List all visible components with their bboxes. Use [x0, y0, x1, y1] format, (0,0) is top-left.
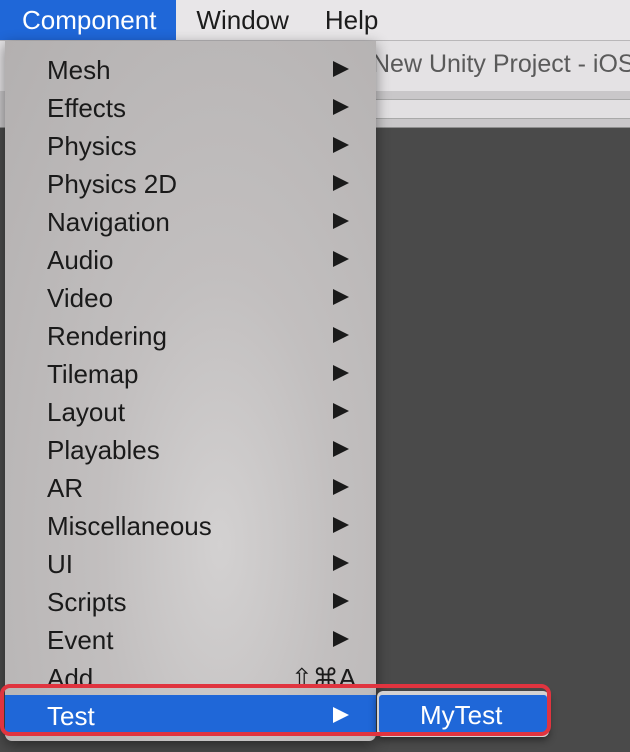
submenu-item-label: MyTest	[420, 700, 503, 730]
submenu-arrow-icon	[333, 707, 349, 723]
menu-item-scripts[interactable]: Scripts	[5, 581, 376, 619]
menu-item-audio[interactable]: Audio	[5, 239, 376, 277]
menu-item-navigation[interactable]: Navigation	[5, 201, 376, 239]
menu-item-label: Tilemap	[47, 359, 139, 389]
menu-item-label: Add...	[47, 663, 115, 693]
menu-item-label: Navigation	[47, 207, 170, 237]
submenu-item-mytest[interactable]: MyTest	[379, 695, 547, 733]
menu-item-physics[interactable]: Physics	[5, 125, 376, 163]
submenu-arrow-icon	[333, 61, 349, 77]
menu-item-label: Scripts	[47, 587, 127, 617]
menu-component[interactable]: Component	[0, 0, 177, 40]
menu-item-mesh[interactable]: Mesh	[5, 49, 376, 87]
menu-item-label: Video	[47, 283, 114, 313]
menu-item-video[interactable]: Video	[5, 277, 376, 315]
test-submenu: MyTest	[377, 691, 549, 737]
menu-help[interactable]: Help	[307, 0, 396, 40]
editor-toolbar-field[interactable]	[372, 99, 630, 119]
submenu-arrow-icon	[333, 441, 349, 457]
menu-window[interactable]: Window	[176, 0, 306, 40]
editor-window-title: New Unity Project - iOS	[372, 50, 630, 78]
submenu-arrow-icon	[333, 289, 349, 305]
submenu-arrow-icon	[333, 213, 349, 229]
menu-item-test[interactable]: Test	[5, 695, 376, 733]
menu-item-playables[interactable]: Playables	[5, 429, 376, 467]
menu-item-ar[interactable]: AR	[5, 467, 376, 505]
menu-item-rendering[interactable]: Rendering	[5, 315, 376, 353]
menu-item-ui[interactable]: UI	[5, 543, 376, 581]
submenu-arrow-icon	[333, 251, 349, 267]
menu-item-label: Effects	[47, 93, 127, 123]
submenu-arrow-icon	[333, 555, 349, 571]
menu-item-event[interactable]: Event	[5, 619, 376, 657]
menu-item-miscellaneous[interactable]: Miscellaneous	[5, 505, 376, 543]
menu-item-effects[interactable]: Effects	[5, 87, 376, 125]
menu-item-add[interactable]: Add... ⇧⌘A	[5, 657, 376, 695]
component-dropdown-menu: Mesh Effects Physics Physics 2D Navigati…	[5, 41, 376, 741]
menu-item-layout[interactable]: Layout	[5, 391, 376, 429]
menu-item-label: Audio	[47, 245, 114, 275]
menu-item-label: Physics 2D	[47, 169, 178, 199]
submenu-arrow-icon	[333, 365, 349, 381]
menu-item-label: Layout	[47, 397, 126, 427]
menu-item-shortcut: ⇧⌘A	[290, 663, 356, 693]
submenu-arrow-icon	[333, 99, 349, 115]
submenu-arrow-icon	[333, 631, 349, 647]
menu-item-label: Mesh	[47, 55, 111, 85]
menu-item-label: Rendering	[47, 321, 167, 351]
submenu-arrow-icon	[333, 479, 349, 495]
menu-item-label: AR	[47, 473, 84, 503]
submenu-arrow-icon	[333, 137, 349, 153]
submenu-arrow-icon	[333, 593, 349, 609]
menu-item-label: Event	[47, 625, 114, 655]
menu-item-label: Test	[47, 701, 95, 731]
menu-item-label: Playables	[47, 435, 160, 465]
submenu-arrow-icon	[333, 517, 349, 533]
menu-item-label: Miscellaneous	[47, 511, 212, 541]
menu-item-label: UI	[47, 549, 73, 579]
submenu-arrow-icon	[333, 403, 349, 419]
menu-bar: Component Window Help	[0, 0, 630, 41]
menu-item-physics-2d[interactable]: Physics 2D	[5, 163, 376, 201]
submenu-arrow-icon	[333, 327, 349, 343]
menu-item-tilemap[interactable]: Tilemap	[5, 353, 376, 391]
menu-item-label: Physics	[47, 131, 137, 161]
submenu-arrow-icon	[333, 175, 349, 191]
